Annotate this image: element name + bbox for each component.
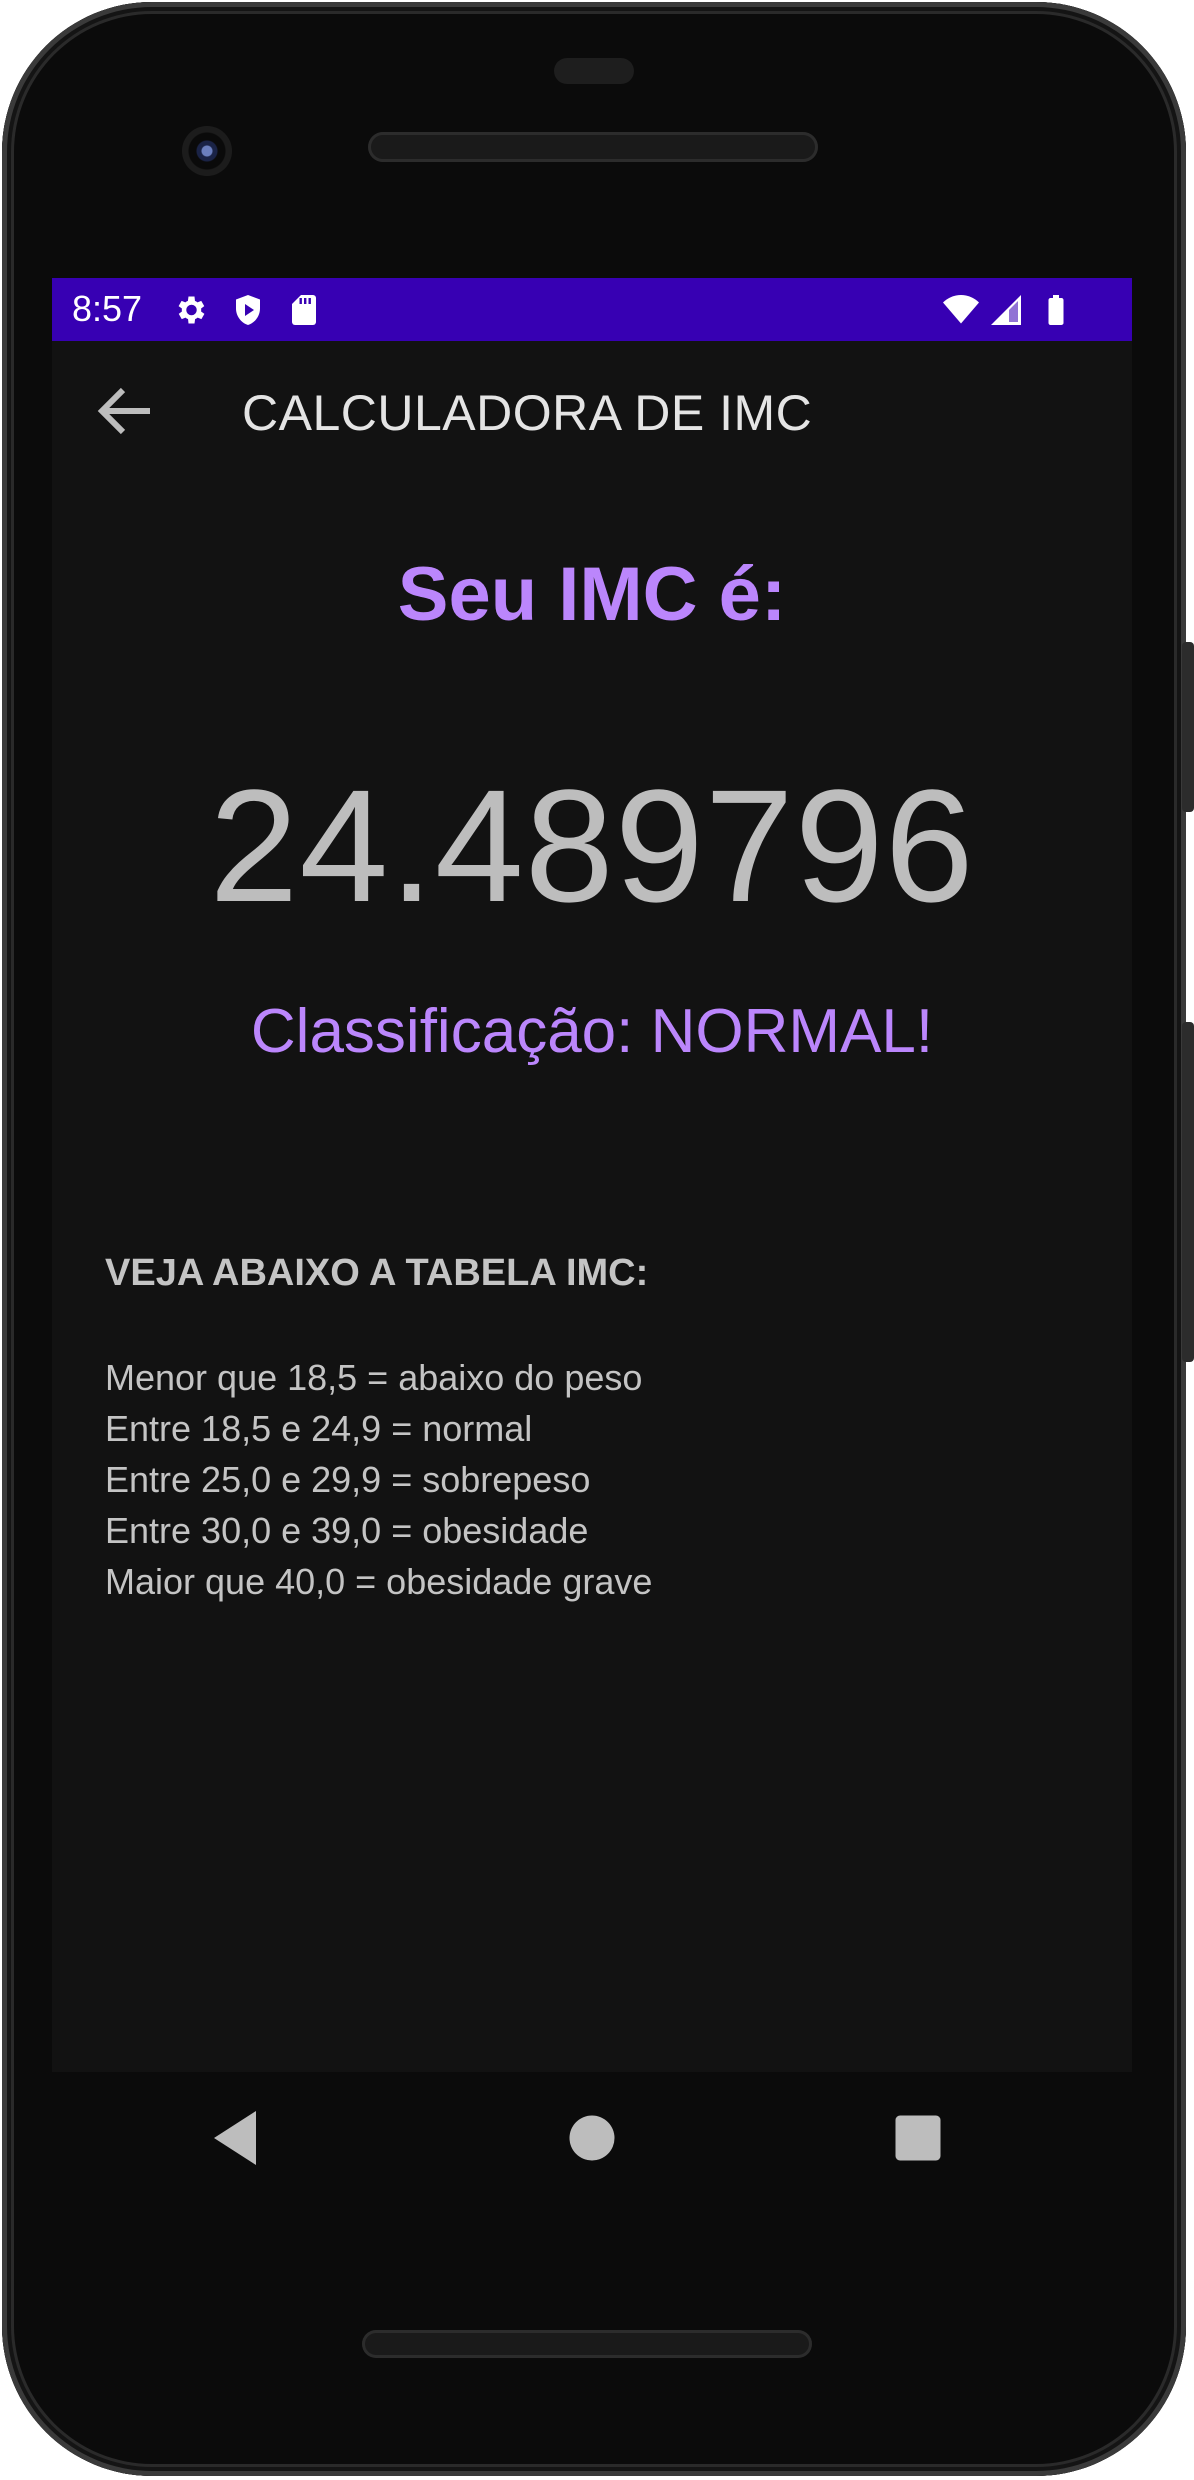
result-label: Seu IMC é: bbox=[397, 552, 787, 637]
top-speaker bbox=[368, 132, 818, 162]
navigation-bar bbox=[52, 2072, 1132, 2204]
status-time: 8:57 bbox=[72, 288, 143, 329]
sd-card-icon bbox=[292, 295, 316, 325]
battery-icon bbox=[1048, 295, 1064, 325]
list-item: Menor que 18,5 = abaixo do peso bbox=[105, 1357, 643, 1398]
bmi-value: 24.489796 bbox=[209, 756, 975, 935]
arrow-back-icon[interactable] bbox=[90, 375, 162, 447]
earpiece bbox=[554, 58, 634, 84]
recents-square-icon[interactable] bbox=[882, 2102, 954, 2174]
list-item: Entre 30,0 e 39,0 = obesidade bbox=[105, 1510, 589, 1551]
wifi-icon bbox=[943, 295, 979, 324]
gear-icon bbox=[178, 296, 205, 324]
page-title: CALCULADORA DE IMC bbox=[242, 385, 813, 441]
classification-text: Classificação: NORMAL! bbox=[250, 997, 934, 1066]
home-circle-icon[interactable] bbox=[556, 2102, 628, 2174]
back-triangle-icon[interactable] bbox=[202, 2102, 274, 2174]
bmi-table: Menor que 18,5 = abaixo do peso Entre 18… bbox=[105, 1352, 652, 1607]
table-heading: VEJA ABAIXO A TABELA IMC: bbox=[105, 1252, 649, 1294]
list-item: Entre 18,5 e 24,9 = normal bbox=[105, 1408, 533, 1449]
volume-button bbox=[1182, 1022, 1194, 1362]
shield-play-icon bbox=[236, 295, 260, 325]
app-screen: 8:57 CALCULADORA DE IMC Seu IMC é: 24.48… bbox=[52, 278, 1132, 2072]
app-bar: CALCULADORA DE IMC bbox=[52, 341, 1132, 491]
signal-icon bbox=[991, 295, 1021, 325]
list-item: Entre 25,0 e 29,9 = sobrepeso bbox=[105, 1459, 591, 1500]
bottom-speaker bbox=[362, 2330, 812, 2358]
power-button bbox=[1182, 642, 1194, 812]
list-item: Maior que 40,0 = obesidade grave bbox=[105, 1561, 653, 1602]
status-bar: 8:57 bbox=[52, 278, 1132, 341]
front-camera-icon bbox=[182, 126, 232, 176]
